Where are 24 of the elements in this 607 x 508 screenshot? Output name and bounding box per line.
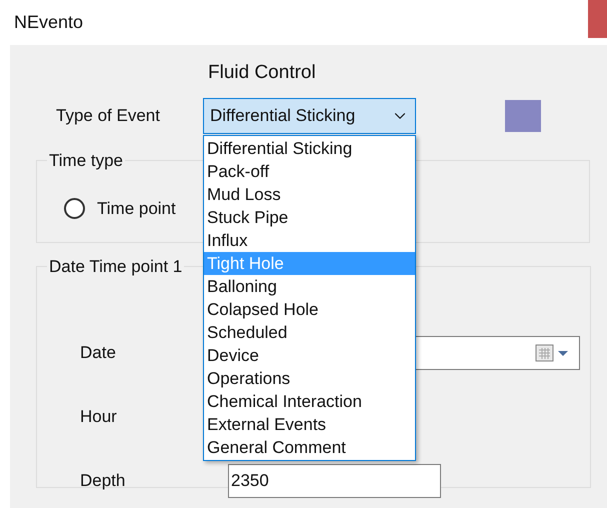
field-label: Type of Event <box>56 105 161 128</box>
dropdown-option[interactable]: Device <box>204 344 415 367</box>
window-title: NEvento <box>14 11 84 34</box>
event-type-dropdown[interactable]: Differential Sticking <box>203 98 416 134</box>
dropdown-option[interactable]: Operations <box>204 367 415 390</box>
dropdown-option[interactable]: External Events <box>204 413 415 436</box>
dropdown-option[interactable]: Pack-off <box>204 160 415 183</box>
dropdown-option[interactable]: Chemical Interaction <box>204 390 415 413</box>
dropdown-option[interactable]: Colapsed Hole <box>204 298 415 321</box>
form-heading: Fluid Control <box>208 62 316 83</box>
radio-label: Time point <box>97 198 176 220</box>
dropdown-option[interactable]: General Comment <box>204 436 415 459</box>
calendar-dropdown-icon[interactable] <box>535 342 571 362</box>
dropdown-option[interactable]: Stuck Pipe <box>204 206 415 229</box>
dropdown-option[interactable]: Balloning <box>204 275 415 298</box>
group-title: Date Time point 1 <box>48 256 184 278</box>
group-title: Time type <box>48 150 124 172</box>
dropdown-option[interactable]: Differential Sticking <box>204 137 415 160</box>
radio-button[interactable] <box>64 198 85 219</box>
dropdown-option[interactable]: Influx <box>204 229 415 252</box>
dropdown-option[interactable]: Mud Loss <box>204 183 415 206</box>
dropdown-option[interactable]: Scheduled <box>204 321 415 344</box>
input-field[interactable]: 2350 <box>228 464 441 498</box>
field-label: Depth <box>80 470 126 492</box>
